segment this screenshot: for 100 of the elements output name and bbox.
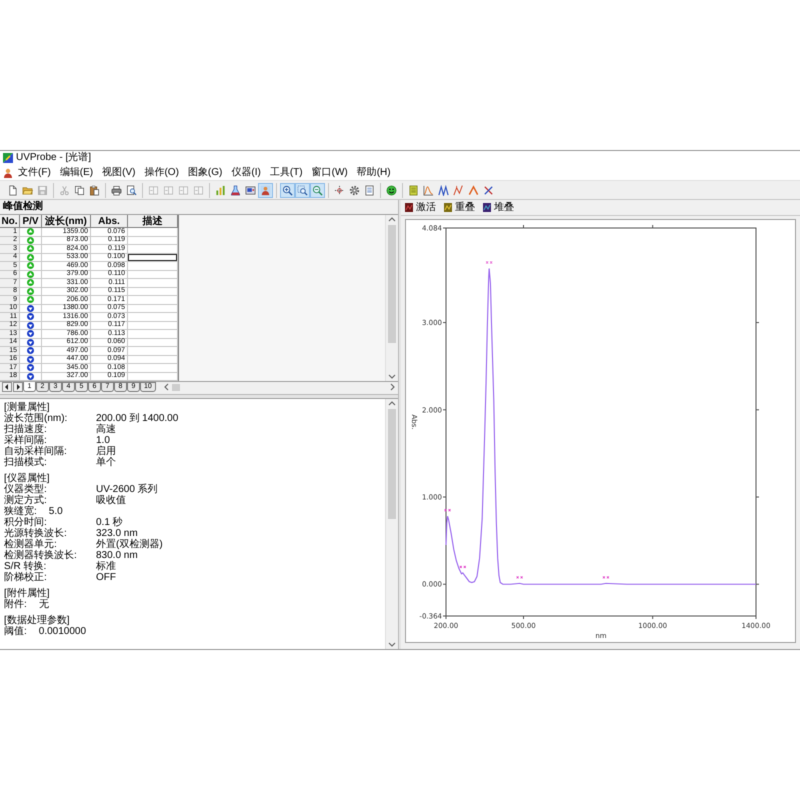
property-label: 检测器转换波长: bbox=[4, 550, 78, 561]
paste-button[interactable] bbox=[87, 182, 102, 198]
property-value: 1.0 bbox=[96, 435, 110, 446]
section-heading: [附件属性] bbox=[4, 588, 50, 599]
twin-peaks-icon bbox=[438, 184, 449, 196]
window-title: UVProbe - [光谱] bbox=[16, 152, 92, 164]
peak-marker-icon bbox=[444, 508, 451, 512]
save-icon bbox=[37, 184, 48, 196]
cross-icon bbox=[483, 184, 494, 196]
section-heading: [测量属性] bbox=[4, 402, 50, 413]
print-preview-button[interactable] bbox=[124, 182, 139, 198]
view-mode-tab[interactable]: 重叠 bbox=[443, 202, 476, 214]
menu-item[interactable]: 视图(V) bbox=[98, 166, 140, 179]
scroll-down-icon[interactable] bbox=[388, 373, 396, 380]
flask-icon bbox=[230, 184, 241, 196]
property-value: 高速 bbox=[96, 424, 116, 435]
user-icon[interactable] bbox=[3, 168, 13, 178]
property-value: 吸收值 bbox=[96, 495, 126, 506]
property-value: 5.0 bbox=[48, 506, 63, 517]
scroll-up-icon[interactable] bbox=[388, 400, 396, 407]
zoom-out-button[interactable] bbox=[310, 182, 325, 198]
peak-marker-icon bbox=[459, 566, 466, 568]
column-header[interactable]: No. bbox=[0, 215, 20, 228]
scrollbar-thumb[interactable] bbox=[172, 384, 180, 390]
open-folder-icon bbox=[22, 184, 33, 196]
zoom-in-button[interactable] bbox=[280, 182, 295, 198]
property-value: 外置(双检测器) bbox=[96, 539, 163, 550]
device-icon bbox=[245, 184, 256, 196]
smiley-button[interactable] bbox=[384, 182, 399, 198]
next-sheet-icon[interactable] bbox=[13, 382, 23, 392]
app-logo-icon bbox=[3, 153, 13, 163]
scroll-up-icon[interactable] bbox=[388, 216, 396, 223]
column-header[interactable]: Abs. bbox=[91, 215, 128, 228]
description-cell[interactable] bbox=[128, 262, 178, 270]
property-value: OFF bbox=[96, 572, 116, 583]
caret-icon bbox=[468, 184, 479, 196]
crosshair-icon bbox=[334, 184, 345, 196]
property-label: 阶梯校正: bbox=[4, 572, 48, 583]
scroll-right-icon[interactable] bbox=[389, 383, 396, 391]
property-label: 附件: bbox=[4, 599, 27, 610]
menu-item[interactable]: 帮助(H) bbox=[352, 166, 395, 179]
section-heading: [数据处理参数] bbox=[4, 615, 70, 626]
property-label: 积分时间: bbox=[4, 517, 47, 528]
vertical-scrollbar[interactable] bbox=[385, 399, 398, 649]
property-label: 光源转换波长: bbox=[4, 528, 68, 539]
column-header[interactable]: 描述 bbox=[128, 215, 178, 228]
print-icon bbox=[111, 184, 122, 196]
person-button[interactable] bbox=[258, 182, 273, 198]
spectrum-icon bbox=[423, 184, 434, 196]
property-label: 扫描速度: bbox=[4, 424, 48, 435]
property-value: 323.0 nm bbox=[96, 528, 138, 539]
menu-item[interactable]: 仪器(I) bbox=[227, 166, 265, 179]
property-value: 0.1 秒 bbox=[96, 517, 123, 528]
peak-marker-icon bbox=[602, 576, 610, 579]
menu-item[interactable]: 编辑(E) bbox=[56, 166, 98, 179]
zoom-box-button[interactable] bbox=[295, 182, 310, 198]
section-heading: [仪器属性] bbox=[4, 473, 50, 484]
menu-item[interactable]: 操作(O) bbox=[140, 166, 183, 179]
previous-sheet-icon[interactable] bbox=[2, 382, 12, 392]
chart-mode-icon bbox=[444, 203, 452, 212]
caret-button[interactable] bbox=[466, 182, 481, 198]
description-cell[interactable] bbox=[128, 245, 178, 254]
menu-item[interactable]: 图象(G) bbox=[184, 166, 226, 179]
panel-title: 峰值检测 bbox=[3, 201, 43, 213]
chart-mode-icon bbox=[483, 203, 491, 212]
smiley-icon bbox=[386, 184, 397, 196]
paste-icon bbox=[89, 184, 100, 196]
scrollbar-thumb[interactable] bbox=[388, 225, 396, 343]
view-mode-tab[interactable]: 堆叠 bbox=[482, 202, 515, 214]
flask-button[interactable] bbox=[228, 182, 243, 198]
description-cell[interactable] bbox=[128, 330, 178, 338]
description-cell[interactable] bbox=[128, 228, 178, 236]
description-cell[interactable] bbox=[128, 296, 178, 304]
description-cell[interactable] bbox=[128, 347, 178, 356]
property-value: 200.00 到 1400.00 bbox=[96, 413, 178, 424]
menu-item[interactable]: 文件(F) bbox=[14, 166, 55, 179]
zoom-in-icon bbox=[282, 184, 293, 196]
description-cell[interactable] bbox=[128, 313, 178, 322]
view-mode-tab[interactable]: 激活 bbox=[404, 202, 437, 214]
scrollbar-thumb[interactable] bbox=[388, 409, 396, 519]
twin-peaks-button[interactable] bbox=[436, 182, 451, 198]
zoom-box-icon bbox=[297, 184, 308, 196]
menu-item[interactable]: 窗口(W) bbox=[308, 166, 352, 179]
chart-mode-icon bbox=[405, 203, 413, 212]
cut-icon bbox=[59, 184, 70, 196]
vertical-scrollbar[interactable] bbox=[385, 215, 398, 381]
property-label: 波长范围(nm): bbox=[4, 413, 68, 424]
column-header[interactable]: P/V bbox=[20, 215, 42, 228]
description-cell[interactable] bbox=[128, 364, 178, 372]
column-header[interactable]: 波长(nm) bbox=[42, 215, 91, 228]
description-cell[interactable] bbox=[128, 279, 178, 288]
scroll-left-icon[interactable] bbox=[162, 383, 170, 391]
bar-chart-icon bbox=[215, 184, 226, 196]
property-label: S/R 转换: bbox=[4, 561, 48, 572]
menu-item[interactable]: 工具(T) bbox=[266, 166, 307, 179]
print-preview-icon bbox=[126, 184, 137, 196]
panel-icon bbox=[193, 184, 204, 196]
copy-icon bbox=[74, 184, 85, 196]
scroll-down-icon[interactable] bbox=[388, 641, 396, 648]
property-label: 狭缝宽: bbox=[4, 506, 37, 517]
